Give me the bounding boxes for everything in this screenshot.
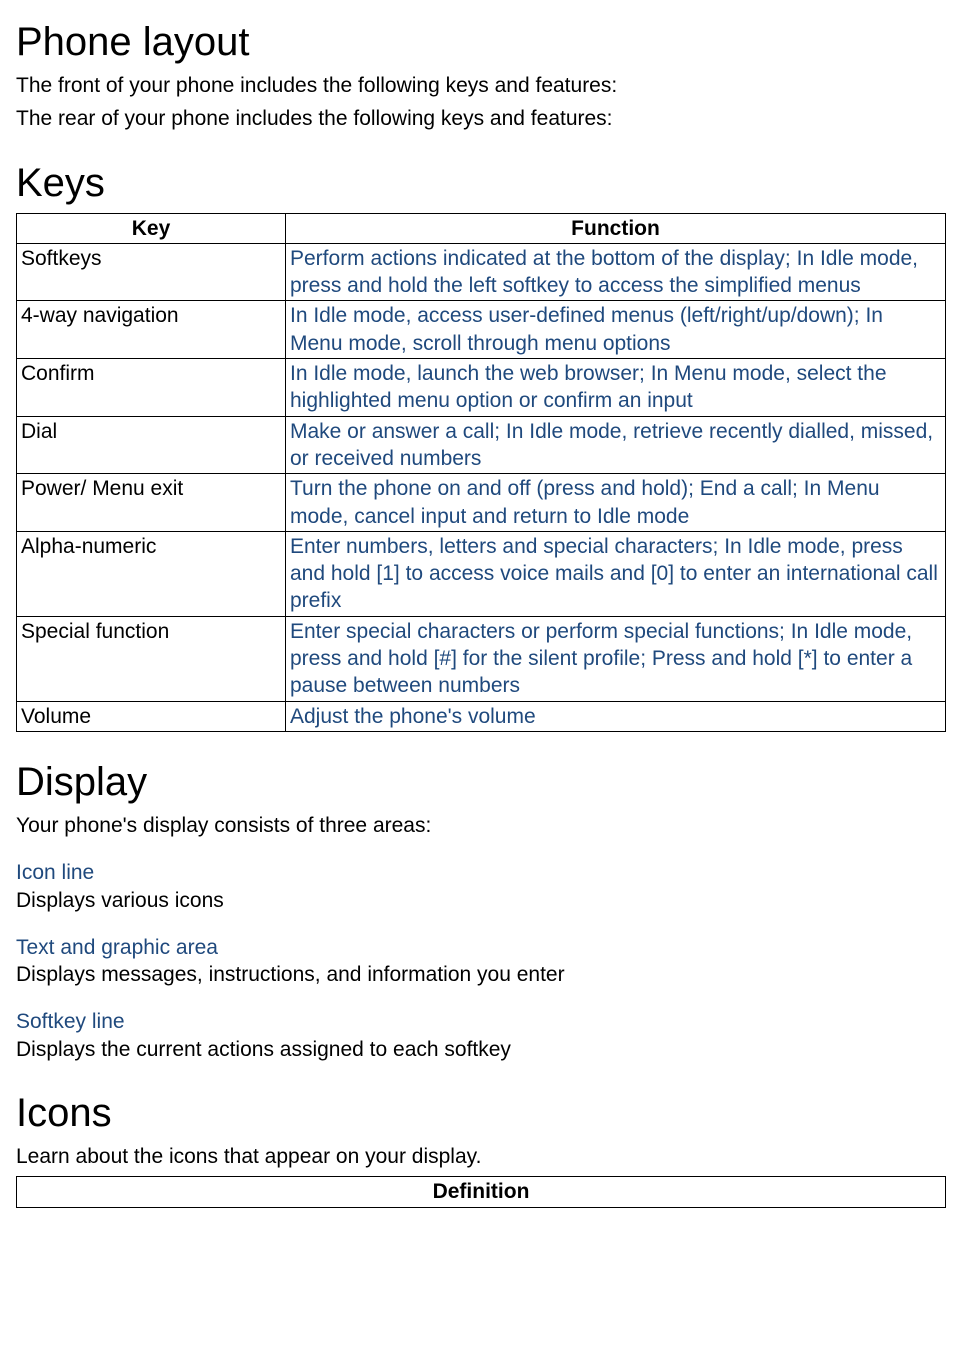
table-row: Special function Enter special character…	[17, 616, 946, 701]
key-name: Confirm	[17, 359, 286, 417]
heading-icons: Icons	[16, 1087, 946, 1139]
table-row: Confirm In Idle mode, launch the web bro…	[17, 359, 946, 417]
keys-header-key: Key	[17, 213, 286, 243]
key-function: Enter numbers, letters and special chara…	[286, 531, 946, 616]
table-row: Power/ Menu exit Turn the phone on and o…	[17, 474, 946, 532]
display-area-desc: Displays various icons	[16, 887, 946, 914]
table-header-row: Key Function	[17, 213, 946, 243]
table-row: Dial Make or answer a call; In Idle mode…	[17, 416, 946, 474]
table-row: Alpha-numeric Enter numbers, letters and…	[17, 531, 946, 616]
display-intro: Your phone's display consists of three a…	[16, 812, 946, 839]
icons-table: Definition	[16, 1176, 946, 1207]
heading-keys: Keys	[16, 157, 946, 209]
key-name: Volume	[17, 701, 286, 731]
key-function: Adjust the phone's volume	[286, 701, 946, 731]
heading-phone-layout: Phone layout	[16, 16, 946, 68]
display-area-desc: Displays the current actions assigned to…	[16, 1036, 946, 1063]
icons-header-definition: Definition	[17, 1177, 946, 1207]
key-function: Perform actions indicated at the bottom …	[286, 243, 946, 301]
key-name: 4-way navigation	[17, 301, 286, 359]
table-row: 4-way navigation In Idle mode, access us…	[17, 301, 946, 359]
heading-display: Display	[16, 756, 946, 808]
key-function: Make or answer a call; In Idle mode, ret…	[286, 416, 946, 474]
display-area-label: Icon line	[16, 859, 946, 886]
keys-header-function: Function	[286, 213, 946, 243]
display-area-desc: Displays messages, instructions, and inf…	[16, 961, 946, 988]
display-area-label: Text and graphic area	[16, 934, 946, 961]
key-function: Turn the phone on and off (press and hol…	[286, 474, 946, 532]
key-name: Alpha-numeric	[17, 531, 286, 616]
key-name: Power/ Menu exit	[17, 474, 286, 532]
key-name: Dial	[17, 416, 286, 474]
key-name: Softkeys	[17, 243, 286, 301]
key-function: Enter special characters or perform spec…	[286, 616, 946, 701]
table-row: Volume Adjust the phone's volume	[17, 701, 946, 731]
key-function: In Idle mode, launch the web browser; In…	[286, 359, 946, 417]
table-row: Softkeys Perform actions indicated at th…	[17, 243, 946, 301]
icons-intro: Learn about the icons that appear on you…	[16, 1143, 946, 1170]
phone-layout-front-text: The front of your phone includes the fol…	[16, 72, 946, 99]
phone-layout-rear-text: The rear of your phone includes the foll…	[16, 105, 946, 132]
table-header-row: Definition	[17, 1177, 946, 1207]
key-function: In Idle mode, access user-defined menus …	[286, 301, 946, 359]
key-name: Special function	[17, 616, 286, 701]
display-area-label: Softkey line	[16, 1008, 946, 1035]
keys-table: Key Function Softkeys Perform actions in…	[16, 213, 946, 732]
